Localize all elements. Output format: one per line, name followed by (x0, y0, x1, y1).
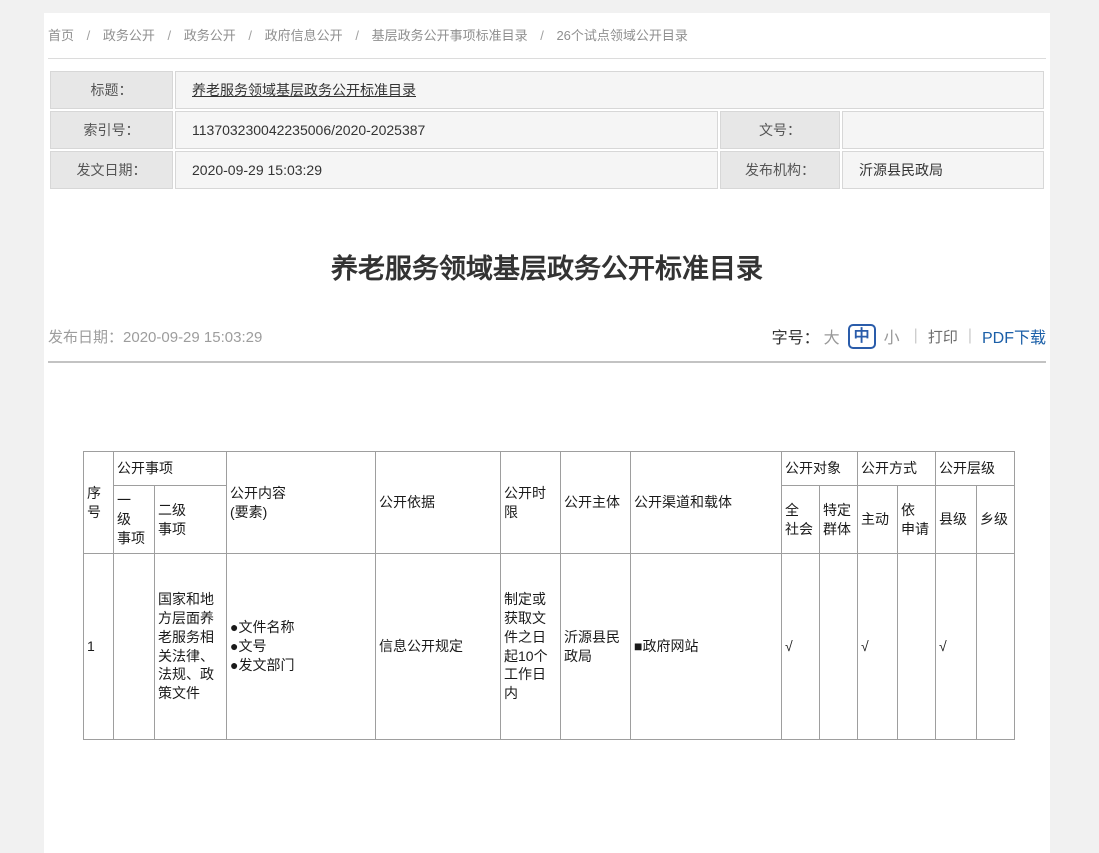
meta-title-value: 养老服务领域基层政务公开标准目录 (175, 71, 1044, 109)
cell-level2: 国家和地方层面养老服务相关法律、法规、政策文件 (155, 554, 227, 740)
col-header-target-group: 公开对象 (782, 452, 858, 486)
cell-basis: 信息公开规定 (376, 554, 501, 740)
cell-proactive: √ (858, 554, 898, 740)
meta-row-index: 索引号： 113703230042235006/2020-2025387 文号： (50, 111, 1044, 149)
cell-level1 (114, 554, 155, 740)
meta-row-date: 发文日期： 2020-09-29 15:03:29 发布机构： 沂源县民政局 (50, 151, 1044, 189)
col-header-specific-group: 特定 群体 (820, 486, 858, 554)
meta-date-value: 2020-09-29 15:03:29 (175, 151, 718, 189)
meta-row-title: 标题： 养老服务领域基层政务公开标准目录 (50, 71, 1044, 109)
breadcrumb-home[interactable]: 首页 (48, 28, 74, 43)
breadcrumb-gov-info[interactable]: 政府信息公开 (265, 28, 343, 43)
document-meta-table: 标题： 养老服务领域基层政务公开标准目录 索引号： 11370323004223… (48, 69, 1046, 191)
publish-date-label: 发布日期： (48, 329, 123, 346)
meta-agency-value: 沂源县民政局 (842, 151, 1044, 189)
cell-specific-group (820, 554, 858, 740)
font-size-medium-button[interactable]: 中 (848, 324, 876, 349)
breadcrumb-separator: / (248, 28, 252, 43)
cell-county: √ (936, 554, 977, 740)
col-header-basis: 公开依据 (376, 452, 501, 554)
table-header-row-1: 序 号 公开事项 公开内容 (要素) 公开依据 公开时 限 公开主体 公开渠道和… (84, 452, 1015, 486)
breadcrumb-separator: / (168, 28, 172, 43)
tools-divider: | (968, 327, 972, 345)
breadcrumb-separator: / (540, 28, 544, 43)
col-header-level-group: 公开层级 (936, 452, 1015, 486)
col-header-all-society: 全 社会 (782, 486, 820, 554)
breadcrumb-zwgk-1[interactable]: 政务公开 (103, 28, 155, 43)
cell-all-society: √ (782, 554, 820, 740)
col-header-seq: 序 号 (84, 452, 114, 554)
col-header-county: 县级 (936, 486, 977, 554)
breadcrumb-current: 26个试点领域公开目录 (556, 28, 687, 43)
article-tools: 字号： 大 中 小 | 打印 | PDF下载 (772, 324, 1046, 349)
meta-index-value: 113703230042235006/2020-2025387 (175, 111, 718, 149)
print-button[interactable]: 打印 (928, 326, 958, 347)
breadcrumb: 首页 / 政务公开 / 政务公开 / 政府信息公开 / 基层政务公开事项标准目录… (48, 13, 1046, 59)
font-size-label: 字号： (772, 324, 820, 348)
cell-channel: ■政府网站 (631, 554, 782, 740)
meta-title-label: 标题： (50, 71, 173, 109)
col-header-proactive: 主动 (858, 486, 898, 554)
col-header-method-group: 公开方式 (858, 452, 936, 486)
col-header-items-group: 公开事项 (114, 452, 227, 486)
breadcrumb-separator: / (87, 28, 91, 43)
meta-agency-label: 发布机构： (720, 151, 840, 189)
col-header-level1: 一 级 事项 (114, 486, 155, 554)
breadcrumb-standard-catalog[interactable]: 基层政务公开事项标准目录 (372, 28, 528, 43)
col-header-content: 公开内容 (要素) (227, 452, 376, 554)
col-header-on-request: 依 申请 (898, 486, 936, 554)
meta-docnum-label: 文号： (720, 111, 840, 149)
breadcrumb-zwgk-2[interactable]: 政务公开 (184, 28, 236, 43)
publish-date: 发布日期：2020-09-29 15:03:29 (48, 326, 262, 347)
cell-subject: 沂源县民政局 (561, 554, 631, 740)
col-header-time-limit: 公开时 限 (501, 452, 561, 554)
font-size-small-button[interactable]: 小 (884, 324, 900, 348)
content-divider (48, 361, 1046, 363)
cell-content: ●文件名称 ●文号 ●发文部门 (227, 554, 376, 740)
table-row: 1 国家和地方层面养老服务相关法律、法规、政策文件 ●文件名称 ●文号 ●发文部… (84, 554, 1015, 740)
col-header-subject: 公开主体 (561, 452, 631, 554)
col-header-channel: 公开渠道和载体 (631, 452, 782, 554)
cell-on-request (898, 554, 936, 740)
pdf-download-button[interactable]: PDF下载 (982, 324, 1046, 348)
publish-date-value: 2020-09-29 15:03:29 (123, 329, 262, 346)
cell-seq: 1 (84, 554, 114, 740)
meta-index-label: 索引号： (50, 111, 173, 149)
font-size-large-button[interactable]: 大 (824, 324, 840, 348)
standards-table: 序 号 公开事项 公开内容 (要素) 公开依据 公开时 限 公开主体 公开渠道和… (83, 451, 1015, 740)
content-panel: 首页 / 政务公开 / 政务公开 / 政府信息公开 / 基层政务公开事项标准目录… (44, 13, 1050, 853)
breadcrumb-separator: / (355, 28, 359, 43)
cell-time-limit: 制定或获取文件之日起10个工作日内 (501, 554, 561, 740)
meta-date-label: 发文日期： (50, 151, 173, 189)
page-title: 养老服务领域基层政务公开标准目录 (48, 247, 1046, 291)
cell-township (977, 554, 1015, 740)
col-header-level2: 二级 事项 (155, 486, 227, 554)
tools-divider: | (914, 327, 918, 345)
col-header-township: 乡级 (977, 486, 1015, 554)
meta-docnum-value (842, 111, 1044, 149)
document-title-link[interactable]: 养老服务领域基层政务公开标准目录 (192, 82, 416, 98)
